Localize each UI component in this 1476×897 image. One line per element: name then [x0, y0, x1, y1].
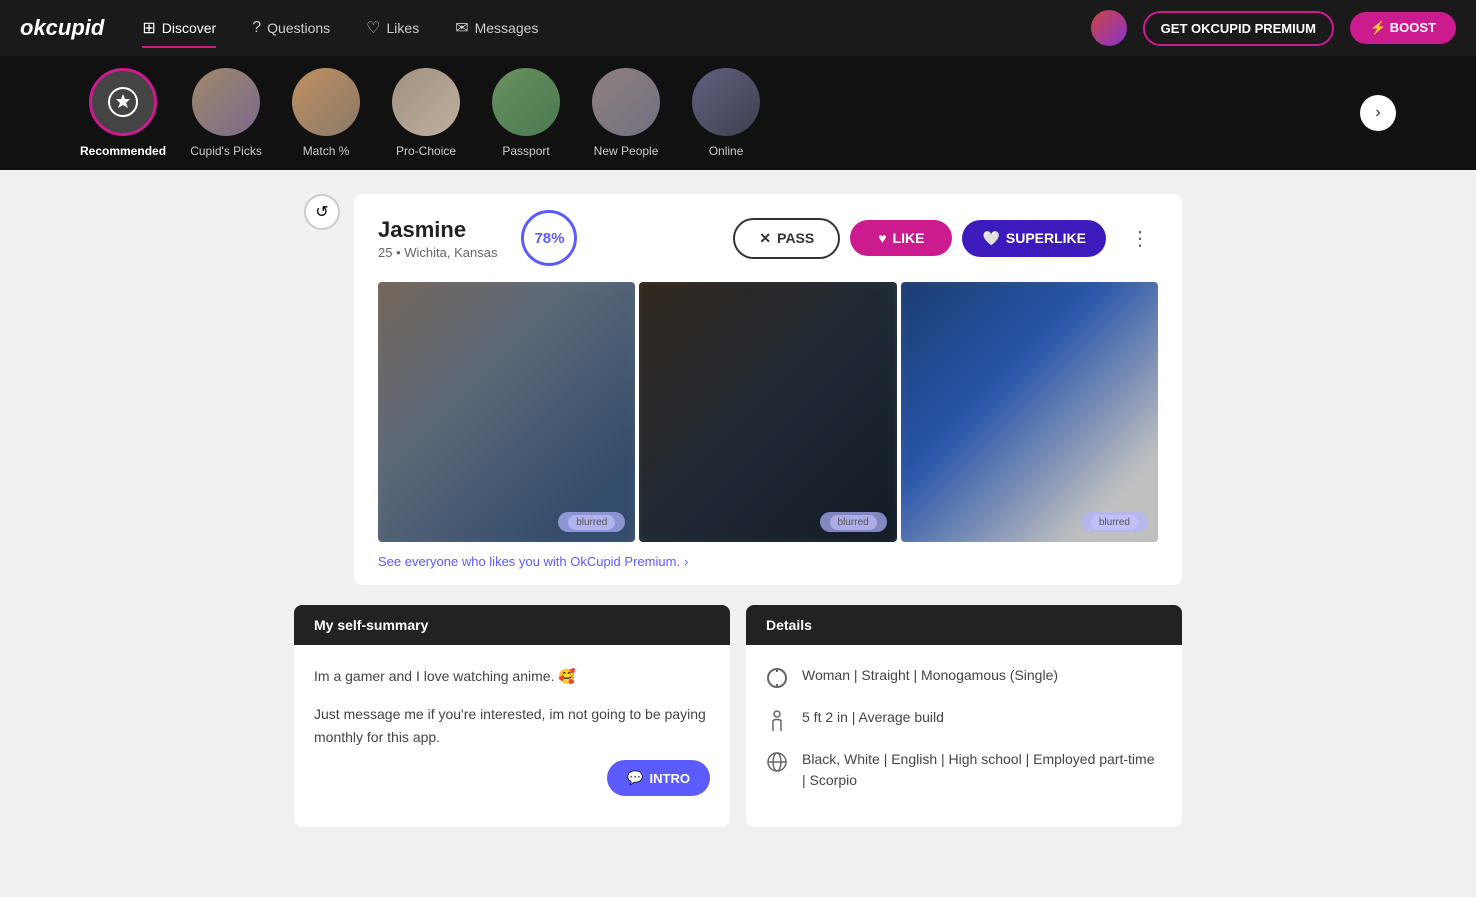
nav-questions[interactable]: ? Questions: [238, 11, 344, 45]
x-icon: ✕: [759, 230, 771, 247]
navbar: okcupid ⊞ Discover ? Questions ♡ Likes ✉…: [0, 0, 1476, 56]
category-pro-choice[interactable]: Pro-Choice: [386, 68, 466, 158]
pass-button[interactable]: ✕ PASS: [733, 218, 840, 259]
category-cupids-picks[interactable]: Cupid's Picks: [186, 68, 266, 158]
match-percentage: 78%: [521, 210, 577, 266]
avatar[interactable]: [1091, 10, 1127, 46]
questions-icon: ?: [252, 19, 261, 37]
nav-discover[interactable]: ⊞ Discover: [128, 10, 230, 46]
photo-3[interactable]: blurred: [901, 282, 1158, 542]
detail-row-gender: Woman | Straight | Monogamous (Single): [766, 665, 1162, 691]
category-thumb-new-people: [592, 68, 660, 136]
profile-card: Jasmine 25 • Wichita, Kansas 78% ✕ PASS …: [354, 194, 1182, 585]
category-thumb-pro-choice: [392, 68, 460, 136]
logo: okcupid: [20, 15, 104, 41]
category-thumb-passport: [492, 68, 560, 136]
self-summary-text2: Just message me if you're interested, im…: [314, 703, 710, 748]
next-button[interactable]: ›: [1360, 95, 1396, 131]
more-options-button[interactable]: ⋮: [1122, 222, 1158, 255]
height-icon: [766, 709, 790, 733]
photo-badge-1: blurred: [558, 512, 625, 532]
category-thumb-recommended: [89, 68, 157, 136]
chat-icon: 💬: [627, 770, 643, 786]
category-label-new-people: New People: [594, 144, 659, 158]
detail-row-background: Black, White | English | High school | E…: [766, 749, 1162, 791]
category-recommended[interactable]: Recommended: [80, 68, 166, 158]
nav-messages[interactable]: ✉ Messages: [441, 10, 552, 46]
category-match[interactable]: Match %: [286, 68, 366, 158]
category-label-cupids: Cupid's Picks: [190, 144, 262, 158]
detail-text-background: Black, White | English | High school | E…: [802, 749, 1162, 791]
profile-name: Jasmine: [378, 217, 497, 243]
likes-icon: ♡: [366, 18, 380, 38]
boost-button[interactable]: ⚡ BOOST: [1350, 12, 1456, 44]
details-card: Details Woman | Straight | Monogamous (S…: [746, 605, 1182, 827]
category-label-match: Match %: [303, 144, 350, 158]
photo-2[interactable]: blurred: [639, 282, 896, 542]
self-summary-header: My self-summary: [294, 605, 730, 645]
profile-header: Jasmine 25 • Wichita, Kansas 78% ✕ PASS …: [354, 194, 1182, 282]
detail-text-gender: Woman | Straight | Monogamous (Single): [802, 665, 1058, 686]
discover-icon: ⊞: [142, 18, 155, 38]
photo-1[interactable]: blurred: [378, 282, 635, 542]
gender-icon: [766, 667, 790, 691]
photos-row: blurred blurred blurred: [354, 282, 1182, 542]
category-thumb-cupids: [192, 68, 260, 136]
category-bar: Recommended Cupid's Picks Match % Pro-Ch…: [0, 56, 1476, 170]
premium-button[interactable]: GET OKCUPID PREMIUM: [1143, 11, 1334, 46]
details-body: Woman | Straight | Monogamous (Single) 5…: [746, 645, 1182, 827]
photo-badge-3: blurred: [1081, 512, 1148, 532]
detail-row-height: 5 ft 2 in | Average build: [766, 707, 1162, 733]
category-thumb-match: [292, 68, 360, 136]
category-passport[interactable]: Passport: [486, 68, 566, 158]
category-label-pro-choice: Pro-Choice: [396, 144, 456, 158]
premium-prompt[interactable]: See everyone who likes you with OkCupid …: [354, 542, 1182, 585]
category-label-recommended: Recommended: [80, 144, 166, 158]
category-thumb-online: [692, 68, 760, 136]
like-button[interactable]: ♥ LIKE: [850, 220, 952, 256]
profile-info: Jasmine 25 • Wichita, Kansas: [378, 217, 497, 260]
action-buttons: ✕ PASS ♥ LIKE 🤍 SUPERLIKE: [733, 218, 1106, 259]
heart-icon: ♥: [878, 230, 886, 246]
intro-button[interactable]: 💬 INTRO: [607, 760, 710, 796]
self-summary-card: My self-summary Im a gamer and I love wa…: [294, 605, 730, 827]
globe-icon: [766, 751, 790, 775]
photo-badge-2: blurred: [820, 512, 887, 532]
category-new-people[interactable]: New People: [586, 68, 666, 158]
self-summary-text1: Im a gamer and I love watching anime. 🥰: [314, 665, 710, 687]
category-online[interactable]: Online: [686, 68, 766, 158]
category-label-passport: Passport: [502, 144, 549, 158]
superlike-icon: 🤍: [982, 230, 999, 247]
profile-age-location: 25 • Wichita, Kansas: [378, 245, 497, 260]
superlike-button[interactable]: 🤍 SUPERLIKE: [962, 220, 1106, 257]
details-header: Details: [746, 605, 1182, 645]
about-grid: My self-summary Im a gamer and I love wa…: [294, 605, 1182, 827]
undo-button[interactable]: ↺: [304, 194, 340, 230]
detail-text-height: 5 ft 2 in | Average build: [802, 707, 944, 728]
self-summary-body: Im a gamer and I love watching anime. 🥰 …: [294, 645, 730, 805]
messages-icon: ✉: [455, 18, 468, 38]
chevron-right-icon: ›: [1375, 104, 1380, 122]
category-label-online: Online: [709, 144, 744, 158]
nav-likes[interactable]: ♡ Likes: [352, 10, 433, 46]
main-content: ↺ Jasmine 25 • Wichita, Kansas 78% ✕ PAS: [278, 194, 1198, 827]
